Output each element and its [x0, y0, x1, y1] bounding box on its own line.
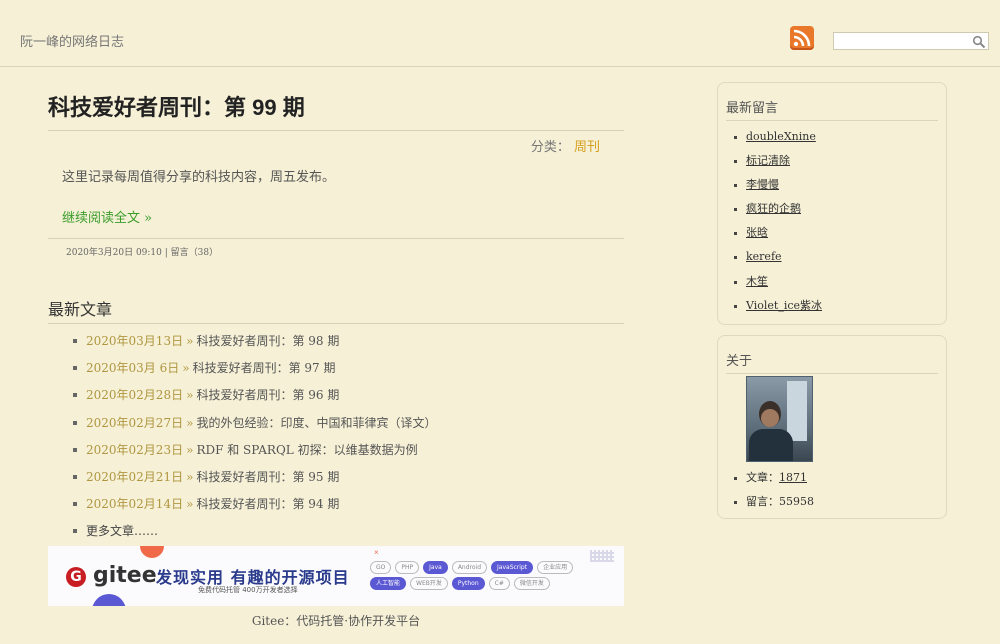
separator: » [186, 469, 194, 484]
list-item: 疯狂的企鹅 [718, 201, 946, 225]
comment-author-link[interactable]: 张晗 [746, 226, 768, 239]
recent-post-link[interactable]: 科技爱好者周刊：第 96 期 [196, 388, 339, 402]
main-content: 科技爱好者周刊：第 99 期 分类： 周刊 这里记录每周值得分享的科技内容，周五… [48, 80, 624, 548]
post-date: 2020年02月14日 [86, 497, 184, 512]
gitee-logo-text: gitee [93, 563, 157, 588]
list-item: 2020年02月23日» RDF 和 SPARQL 初探：以维基数据为例 [48, 439, 624, 466]
list-item: 2020年02月27日» 我的外包经验：印度、中国和菲律宾（译文） [48, 412, 624, 439]
separator: » [186, 388, 194, 403]
banner-tag: Java [423, 561, 448, 574]
search-icon[interactable] [972, 34, 986, 53]
list-item: 2020年02月14日» 科技爱好者周刊：第 94 期 [48, 493, 624, 520]
comments-list: doubleXnine 标记清除 李慢慢 疯狂的企鹅 张晗 kerefe 木笙 … [718, 129, 946, 322]
banner-tag: Python [451, 577, 485, 590]
comment-author-link[interactable]: doubleXnine [746, 130, 816, 143]
recent-post-link[interactable]: RDF 和 SPARQL 初探：以维基数据为例 [196, 443, 417, 457]
banner-tag: GO [370, 561, 392, 574]
site-title[interactable]: 阮一峰的网络日志 [20, 31, 124, 50]
list-item: kerefe [718, 249, 946, 273]
category-link[interactable]: 周刊 [574, 140, 600, 155]
separator: » [186, 415, 194, 430]
comment-author-link[interactable]: Violet_ice紫冰 [746, 299, 822, 312]
close-icon[interactable]: × [374, 548, 379, 557]
widget-title: 最新留言 [726, 97, 938, 121]
list-item: 李慢慢 [718, 177, 946, 201]
search-box [833, 32, 989, 53]
separator: » [182, 361, 190, 376]
recent-posts-list: 2020年03月13日» 科技爱好者周刊：第 98 期 2020年03月 6日» 科… [48, 330, 624, 548]
post-date: 2020年02月23日 [86, 442, 184, 457]
list-item: 更多文章…… [48, 520, 624, 547]
post-category: 分类： 周刊 [48, 131, 624, 158]
recent-post-link[interactable]: 科技爱好者周刊：第 97 期 [193, 361, 336, 375]
decorative-grid [590, 550, 614, 562]
list-item: 2020年03月13日» 科技爱好者周刊：第 98 期 [48, 330, 624, 357]
list-item: 张晗 [718, 225, 946, 249]
list-item: 2020年02月21日» 科技爱好者周刊：第 95 期 [48, 466, 624, 493]
posts-count[interactable]: 1871 [779, 471, 807, 484]
list-item: 留言：55958 [718, 494, 946, 518]
widget-title: 关于 [726, 350, 938, 374]
list-item: 2020年03月 6日» 科技爱好者周刊：第 97 期 [48, 357, 624, 384]
read-more-link[interactable]: 继续阅读全文 » [62, 207, 152, 226]
more-posts-link[interactable]: 更多文章…… [86, 524, 158, 538]
about-widget: 关于 文章：1871 留言：55958 [717, 335, 947, 519]
category-label: 分类： [530, 140, 570, 155]
banner-subline: 免费代码托管 400万开发者选择 [198, 586, 298, 594]
post-summary: 这里记录每周值得分享的科技内容，周五发布。 [62, 170, 336, 185]
list-item: 木笙 [718, 274, 946, 298]
banner-tag: Android [451, 561, 488, 574]
post-meta: 2020年3月20日 09:10 | 留言（38） [48, 238, 624, 258]
comment-author-link[interactable]: 木笙 [746, 275, 768, 288]
post-date: 2020年03月13日 [86, 334, 184, 348]
banner-tag: JavaScript [491, 561, 534, 574]
list-item: 标记清除 [718, 153, 946, 177]
comments-count-label: 留言： [746, 495, 779, 508]
separator: » [186, 497, 194, 512]
list-item: 文章：1871 [718, 470, 946, 494]
decorative-circle [140, 546, 164, 558]
recent-post-link[interactable]: 科技爱好者周刊：第 94 期 [196, 497, 339, 511]
site-header: 阮一峰的网络日志 [0, 0, 1000, 67]
banner-tag: C# [488, 577, 510, 590]
list-item: Violet_ice紫冰 [718, 298, 946, 322]
banner-tag: 人工智能 [370, 577, 407, 590]
search-input[interactable] [834, 38, 972, 52]
comment-author-link[interactable]: 疯狂的企鹅 [746, 202, 801, 215]
banner-tag: PHP [395, 561, 420, 574]
separator: » [186, 442, 194, 457]
banner-tags: GO PHP Java Android JavaScript 企业应用 人工智能… [370, 561, 590, 590]
recent-post-link[interactable]: 我的外包经验：印度、中国和菲律宾（译文） [196, 416, 436, 430]
gitee-logo-icon: G [66, 567, 86, 587]
banner-tag: 微信开发 [513, 577, 550, 590]
latest-comments-widget: 最新留言 doubleXnine 标记清除 李慢慢 疯狂的企鹅 张晗 keref… [717, 82, 947, 325]
banner-tag: 企业应用 [537, 561, 574, 574]
list-item: doubleXnine [718, 129, 946, 153]
post-date: 2020年02月27日 [86, 415, 184, 430]
list-item: 2020年02月28日» 科技爱好者周刊：第 96 期 [48, 384, 624, 411]
banner-tag: WEB开发 [410, 577, 448, 590]
comments-count: 55958 [779, 495, 814, 508]
recent-post-link[interactable]: 科技爱好者周刊：第 95 期 [196, 470, 339, 484]
post-date: 2020年03月 6日 [86, 361, 180, 376]
comment-author-link[interactable]: 标记清除 [746, 154, 790, 167]
recent-posts-title: 最新文章 [48, 296, 624, 324]
comment-author-link[interactable]: 李慢慢 [746, 178, 779, 191]
separator: » [186, 334, 194, 348]
post-date: 2020年02月21日 [86, 469, 184, 484]
gitee-banner[interactable]: G gitee 发现实用 有趣的开源项目 免费代码托管 400万开发者选择 × … [48, 546, 624, 606]
avatar[interactable] [746, 376, 813, 462]
comment-author-link[interactable]: kerefe [746, 250, 782, 263]
banner-caption[interactable]: Gitee：代码托管·协作开发平台 [48, 612, 624, 629]
recent-post-link[interactable]: 科技爱好者周刊：第 98 期 [196, 334, 339, 348]
post-date: 2020年02月28日 [86, 388, 184, 403]
about-stats: 文章：1871 留言：55958 [718, 470, 946, 518]
post-title[interactable]: 科技爱好者周刊：第 99 期 [48, 80, 624, 131]
decorative-circle [92, 594, 126, 606]
posts-count-label: 文章： [746, 471, 779, 484]
rss-icon[interactable] [790, 26, 814, 50]
